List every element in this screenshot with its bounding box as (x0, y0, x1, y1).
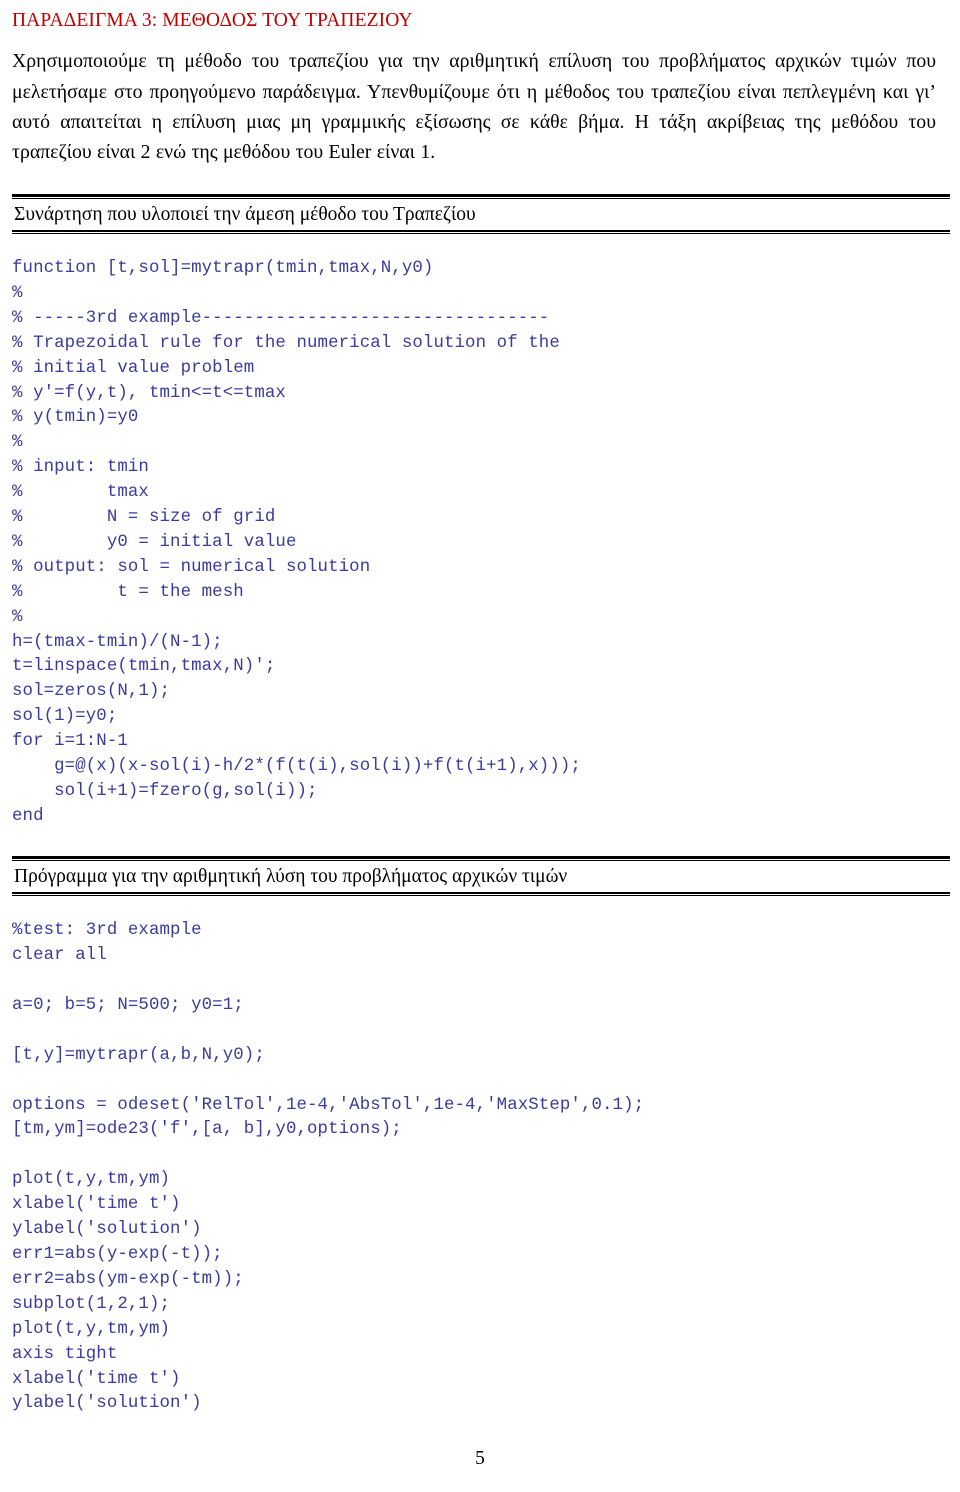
code-line: plot(t,y,tm,ym) (12, 1319, 171, 1339)
code-line: % output: sol = numerical solution (12, 557, 371, 577)
code-line: [tm,ym]=ode23('f',[a, b],y0,options); (12, 1120, 402, 1140)
code-block-driver: %test: 3rd example clear all a=0; b=5; N=… (12, 919, 946, 1417)
code-line: function [t,sol]=mytrapr(tmin,tmax,N,y0) (12, 258, 434, 278)
code-line: sol=zeros(N,1); (12, 682, 171, 702)
code-line: subplot(1,2,1); (12, 1294, 171, 1314)
code-line: err2=abs(ym-exp(-tm)); (12, 1269, 244, 1289)
document-page: ΠΑΡΑΔΕΙΓΜΑ 3: ΜΕΘΟΔΟΣ ΤΟΥ ΤΡΑΠΕΖΙΟΥ Χρησ… (0, 0, 960, 1492)
code-line: h=(tmax-tmin)/(N-1); (12, 632, 223, 652)
code-line: % (12, 433, 23, 453)
code-line: xlabel('time t') (12, 1369, 181, 1389)
code-line: sol(i+1)=fzero(g,sol(i)); (12, 782, 318, 802)
code-line: for i=1:N-1 (12, 732, 128, 752)
code-line: axis tight (12, 1344, 118, 1364)
code-line: % N = size of grid (12, 508, 276, 528)
code-line: % initial value problem (12, 358, 255, 378)
code-line: err1=abs(y-exp(-t)); (12, 1244, 223, 1264)
section-rule-bottom (12, 892, 950, 897)
code-line: clear all (12, 946, 107, 966)
code-line: % (12, 607, 23, 627)
code-line: options = odeset('RelTol',1e-4,'AbsTol',… (12, 1095, 645, 1115)
code-line: % y0 = initial value (12, 532, 297, 552)
code-line: % -----3rd example----------------------… (12, 308, 550, 328)
code-line: % (12, 283, 23, 303)
code-line: t=linspace(tmin,tmax,N)'; (12, 657, 276, 677)
code-line: plot(t,y,tm,ym) (12, 1170, 171, 1190)
code-line: [t,y]=mytrapr(a,b,N,y0); (12, 1045, 265, 1065)
code-line: % input: tmin (12, 458, 149, 478)
page-number: 5 (475, 1448, 485, 1469)
code-line: a=0; b=5; N=500; y0=1; (12, 995, 244, 1015)
code-line: ylabel('solution') (12, 1394, 202, 1414)
section-title-function: Συνάρτηση που υλοποιεί την άμεση μέθοδο … (14, 203, 476, 225)
code-line: % Trapezoidal rule for the numerical sol… (12, 333, 560, 353)
code-line: end (12, 806, 44, 826)
code-line: sol(1)=y0; (12, 707, 118, 727)
code-line: xlabel('time t') (12, 1195, 181, 1215)
code-line: g=@(x)(x-sol(i)-h/2*(f(t(i),sol(i))+f(t(… (12, 757, 581, 777)
code-block-function: function [t,sol]=mytrapr(tmin,tmax,N,y0)… (12, 257, 946, 830)
section-heading-function: Συνάρτηση που υλοποιεί την άμεση μέθοδο … (12, 193, 950, 234)
code-line: ylabel('solution') (12, 1220, 202, 1240)
code-line: % y'=f(y,t), tmin<=t<=tmax (12, 383, 286, 403)
section-rule-bottom (12, 229, 950, 234)
intro-paragraph: Χρησιμοποιούμε τη μέθοδο του τραπεζίου γ… (12, 50, 936, 164)
code-line: % y(tmin)=y0 (12, 408, 139, 428)
code-line: % t = the mesh (12, 582, 244, 602)
section-title-driver: Πρόγραμμα για την αριθμητική λύση του πρ… (14, 865, 568, 887)
code-line: % tmax (12, 483, 149, 503)
section-heading-driver: Πρόγραμμα για την αριθμητική λύση του πρ… (12, 855, 950, 897)
code-line: %test: 3rd example (12, 921, 202, 941)
page-title: ΠΑΡΑΔΕΙΓΜΑ 3: ΜΕΘΟΔΟΣ ΤΟΥ ΤΡΑΠΕΖΙΟΥ (12, 10, 413, 31)
